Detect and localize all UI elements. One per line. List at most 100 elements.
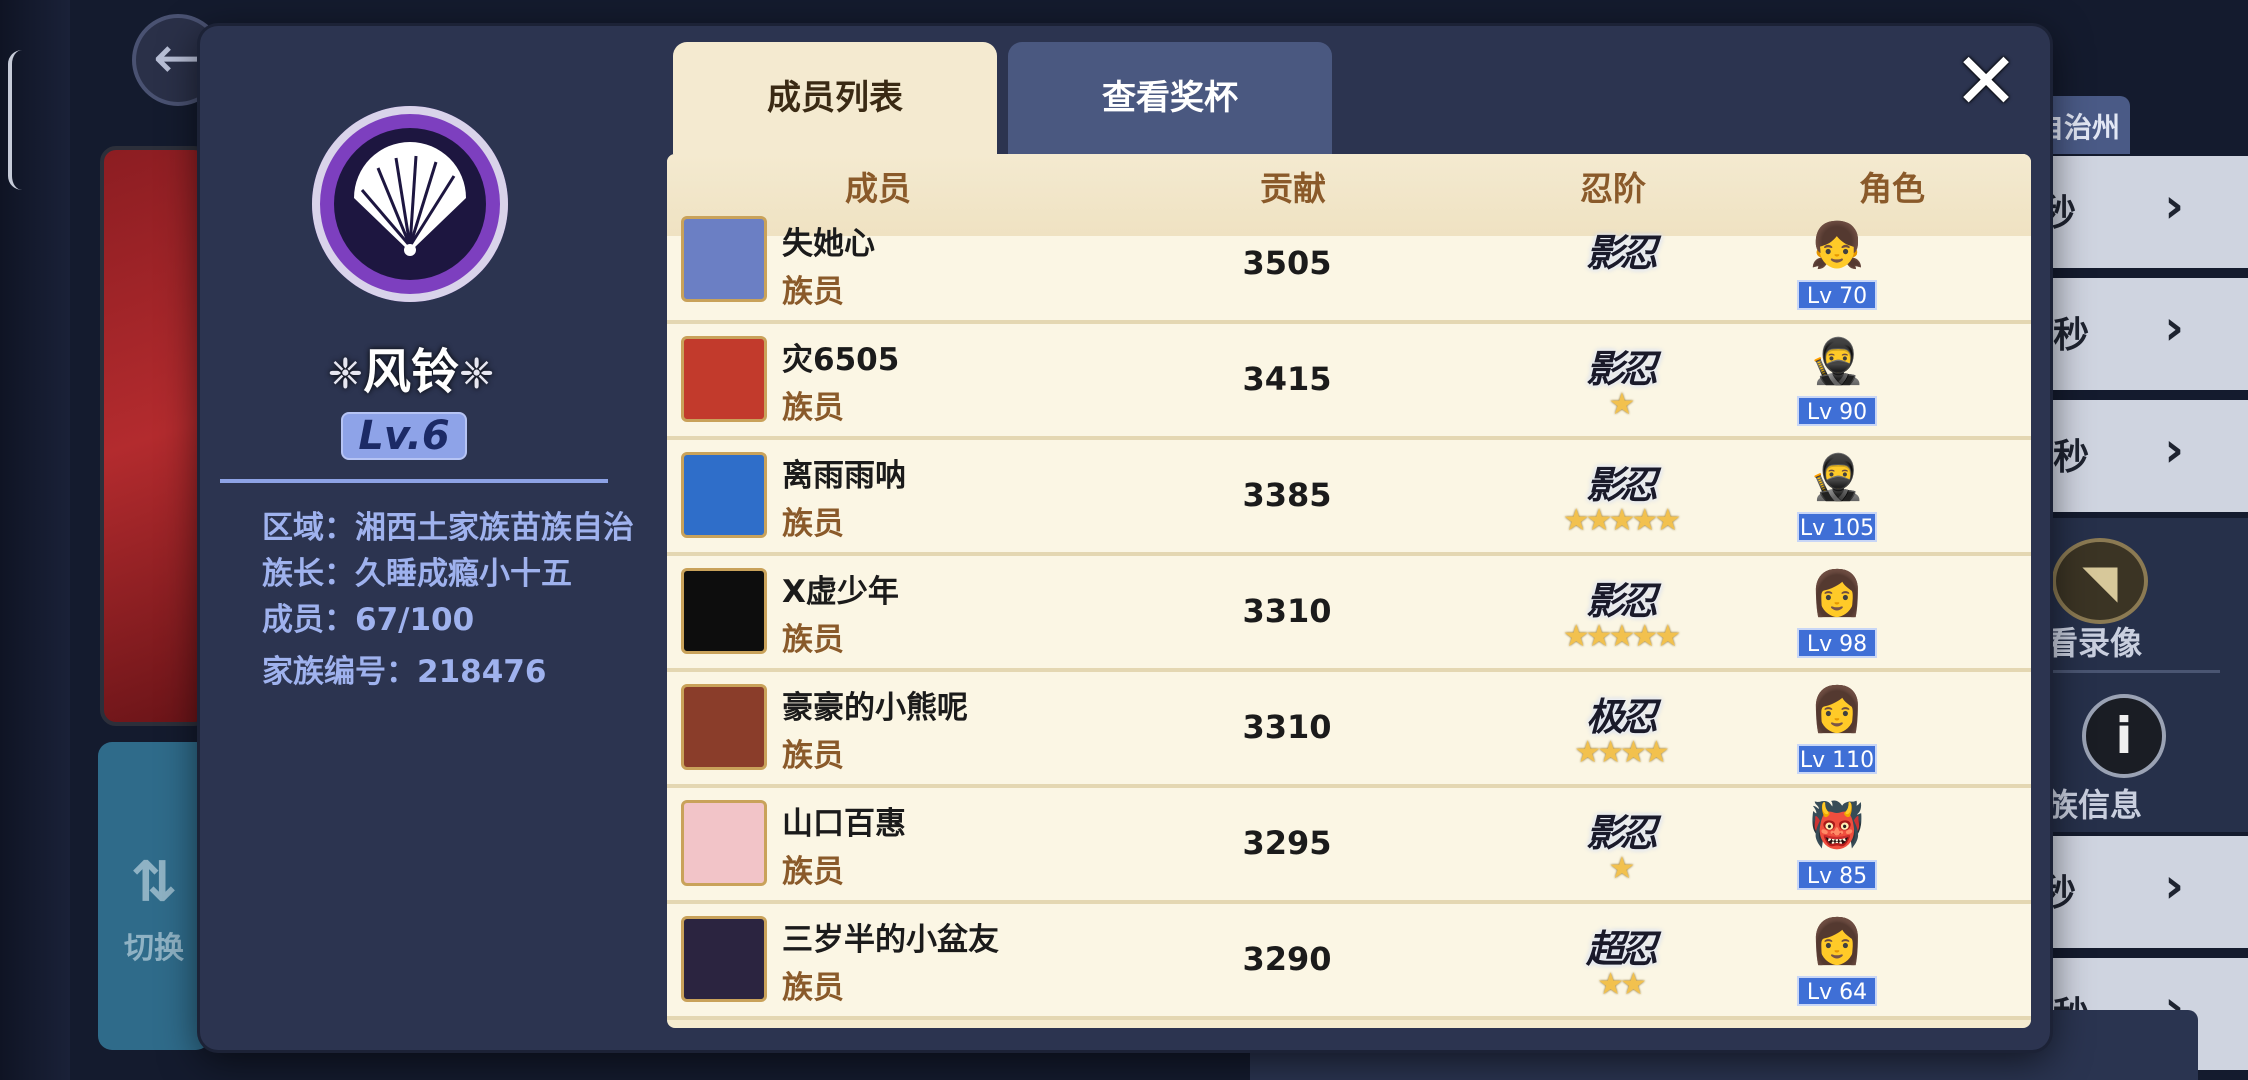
role-level: Lv 98 xyxy=(1797,628,1877,658)
table-row[interactable]: 山口百惠 族员 3295 影忍 ★ 👹 Lv 85 xyxy=(667,788,2031,904)
ninja-rank-text: 极忍 xyxy=(1585,695,1658,739)
role-level: Lv 90 xyxy=(1797,396,1877,426)
rank-stars: ★ xyxy=(1608,851,1636,886)
member-contribution: 3295 xyxy=(1242,824,1332,862)
member-role[interactable]: 👹 Lv 85 xyxy=(1787,794,1887,902)
right-list-row[interactable]: /秒› xyxy=(2040,278,2248,390)
member-name: 灾6505 xyxy=(782,342,900,378)
flower-icon: ❈ xyxy=(459,349,495,398)
watch-replay-label[interactable]: 看录像 xyxy=(2046,618,2142,664)
ninja-rank-badge: 影忍 ★★★★★ xyxy=(1525,454,1715,544)
folding-fan-icon xyxy=(334,128,486,280)
rank-stars: ★★ xyxy=(1597,967,1647,1002)
ninja-rank-badge: 超忍 ★★ xyxy=(1525,918,1715,1008)
ninja-rank-badge: 影忍 ★ xyxy=(1525,802,1715,892)
switch-button[interactable]: ⇅ 切换 xyxy=(98,742,210,1050)
info-icon[interactable]: i xyxy=(2082,694,2166,778)
clan-name-text: 风铃 xyxy=(362,344,459,400)
clan-member-count: 成员：67/100 xyxy=(262,602,475,638)
role-level: Lv 110 xyxy=(1797,744,1877,774)
member-contribution: 3310 xyxy=(1242,708,1332,746)
tab-member-list[interactable]: 成员列表 xyxy=(673,42,997,154)
role-avatar-icon: 🥷 xyxy=(1809,452,1865,503)
member-name: 失她心 xyxy=(782,226,875,262)
member-role[interactable]: 👩 Lv 64 xyxy=(1787,910,1887,1018)
ninja-rank-badge: 影忍 xyxy=(1525,222,1715,312)
table-row[interactable]: 失她心族员 3505 影忍 👧 Lv 70 xyxy=(667,216,2031,324)
member-avatar[interactable] xyxy=(681,800,767,886)
member-avatar[interactable] xyxy=(681,568,767,654)
member-contribution: 3385 xyxy=(1242,476,1332,514)
member-name: 离雨雨呐 xyxy=(782,458,906,494)
ninja-rank-badge: 影忍 ★ xyxy=(1525,338,1715,428)
member-title: 族员 xyxy=(782,390,844,426)
role-level: Lv 64 xyxy=(1797,976,1877,1006)
switch-label: 切换 xyxy=(124,931,184,966)
table-row[interactable]: 豪豪的小熊呢 族员 3310 极忍 ★★★★ 👩 Lv 110 xyxy=(667,672,2031,788)
member-role[interactable]: 🥷 Lv 90 xyxy=(1787,330,1887,438)
speech-bubble-icon[interactable]: ◥ xyxy=(2052,538,2148,624)
member-avatar[interactable] xyxy=(681,916,767,1002)
member-avatar[interactable] xyxy=(681,216,767,302)
member-avatar[interactable] xyxy=(681,684,767,770)
clan-name: ❈风铃❈ xyxy=(300,332,522,402)
header-contribution: 贡献 xyxy=(1260,169,1326,208)
member-contribution: 3505 xyxy=(1242,244,1332,282)
flower-icon: ❈ xyxy=(327,349,363,398)
divider xyxy=(220,479,608,483)
ninja-rank-text: 影忍 xyxy=(1585,463,1658,507)
ninja-rank-text: 影忍 xyxy=(1585,811,1658,855)
right-list-row[interactable]: 秒 › xyxy=(2040,156,2248,268)
chevron-right-icon: › xyxy=(2164,858,2184,914)
ninja-rank-text: 影忍 xyxy=(1585,347,1658,391)
right-list-row[interactable]: /秒› xyxy=(2040,400,2248,512)
role-level: Lv 105 xyxy=(1797,512,1877,542)
clan-region: 区域：湘西土家族苗族自治 xyxy=(262,510,634,546)
table-row[interactable]: 离雨雨呐族员 3385 影忍 ★★★★★ 🥷 Lv 105 xyxy=(667,440,2031,556)
member-contribution: 3415 xyxy=(1242,360,1332,398)
member-name: 豪豪的小熊呢 xyxy=(782,690,968,726)
background-left-bar xyxy=(0,0,70,1080)
role-level: Lv 85 xyxy=(1797,860,1877,890)
rank-stars: ★★★★★ xyxy=(1562,503,1681,538)
member-role[interactable]: 🥷 Lv 105 xyxy=(1787,446,1887,554)
member-list: 成员 贡献 忍阶 角色 失她心 族员 3505 影忍 👧 Lv 70 灾6505 族员 3415… xyxy=(667,154,2031,1028)
background-banner xyxy=(100,146,210,726)
table-row[interactable]: X虚少年 族员 3310 影忍 ★★★★★ 👩 Lv 98 xyxy=(667,556,2031,672)
member-role[interactable]: 👧 Lv 70 xyxy=(1787,214,1887,322)
role-level: Lv 70 xyxy=(1797,280,1877,310)
member-title: 族员 xyxy=(782,506,844,542)
member-role[interactable]: 👩 Lv 98 xyxy=(1787,562,1887,670)
switch-arrows-icon: ⇅ xyxy=(130,850,178,915)
header-member: 成员 xyxy=(845,169,911,208)
divider xyxy=(2050,670,2220,673)
role-avatar-icon: 👩 xyxy=(1809,684,1865,735)
header-rank: 忍阶 xyxy=(1580,169,1646,208)
member-name: 三岁半的小盆友 xyxy=(782,922,999,958)
member-contribution: 3310 xyxy=(1242,592,1332,630)
clan-emblem xyxy=(312,106,508,302)
ninja-rank-text: 影忍 xyxy=(1585,231,1658,275)
right-action-panel: ◥ 看录像 i 族信息 xyxy=(2040,518,2248,832)
member-title: 族员 xyxy=(782,970,844,1006)
role-avatar-icon: 👩 xyxy=(1809,568,1865,619)
member-title: 族员 xyxy=(782,622,844,658)
close-icon[interactable]: ✕ xyxy=(1950,43,2022,121)
table-row[interactable]: 三岁半的小盆友 族员 3290 超忍 ★★ 👩 Lv 64 xyxy=(667,904,2031,1020)
chevron-right-icon: › xyxy=(2164,300,2184,356)
member-avatar[interactable] xyxy=(681,336,767,422)
right-list-row[interactable]: 秒 › xyxy=(2040,836,2248,948)
member-name: X虚少年 xyxy=(782,574,899,610)
ninja-rank-badge: 极忍 ★★★★ xyxy=(1525,686,1715,776)
member-role[interactable]: 👩 Lv 110 xyxy=(1787,678,1887,786)
role-avatar-icon: 👹 xyxy=(1809,800,1865,851)
clan-info-label[interactable]: 族信息 xyxy=(2046,780,2142,826)
rank-stars: ★★★★ xyxy=(1574,735,1670,770)
table-row[interactable]: 灾6505 族员 3415 影忍 ★ 🥷 Lv 90 xyxy=(667,324,2031,440)
member-rows: 失她心 族员 3505 影忍 👧 Lv 70 灾6505 族员 3415 影忍 ★ 🥷 Lv 90 离雨雨… xyxy=(667,216,2031,1020)
chevron-right-icon: › xyxy=(2164,178,2184,234)
role-avatar-icon: 👧 xyxy=(1809,220,1865,271)
member-avatar[interactable] xyxy=(681,452,767,538)
tab-view-trophy[interactable]: 查看奖杯 xyxy=(1008,42,1332,154)
member-title: 族员 xyxy=(782,274,844,310)
